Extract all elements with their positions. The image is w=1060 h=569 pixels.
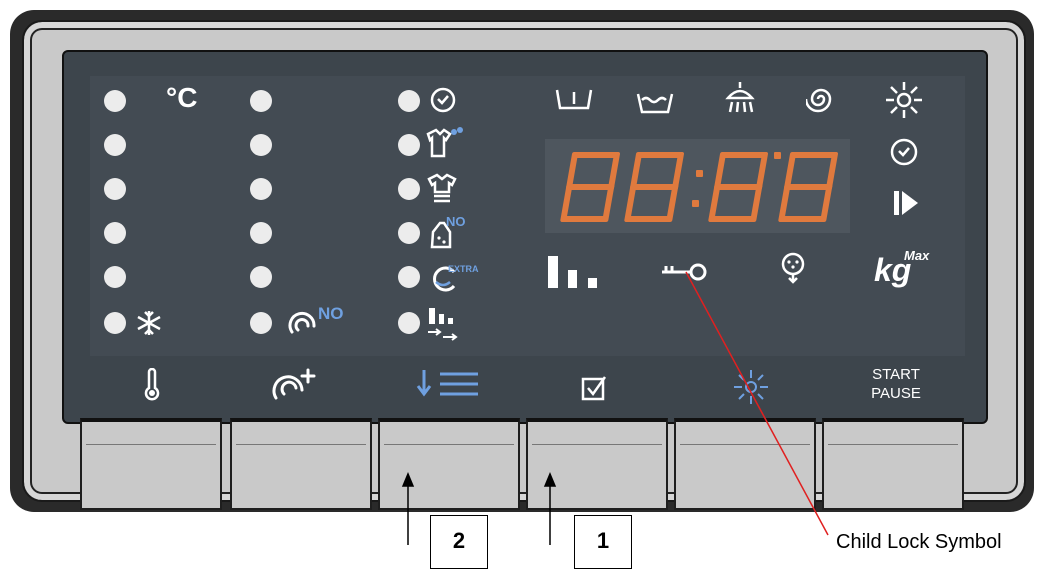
callout-2: 2: [430, 515, 488, 569]
callout-1: 1: [574, 515, 632, 569]
child-lock-annotation: Child Lock Symbol: [836, 531, 1002, 553]
annotation-layer: [401, 271, 829, 545]
